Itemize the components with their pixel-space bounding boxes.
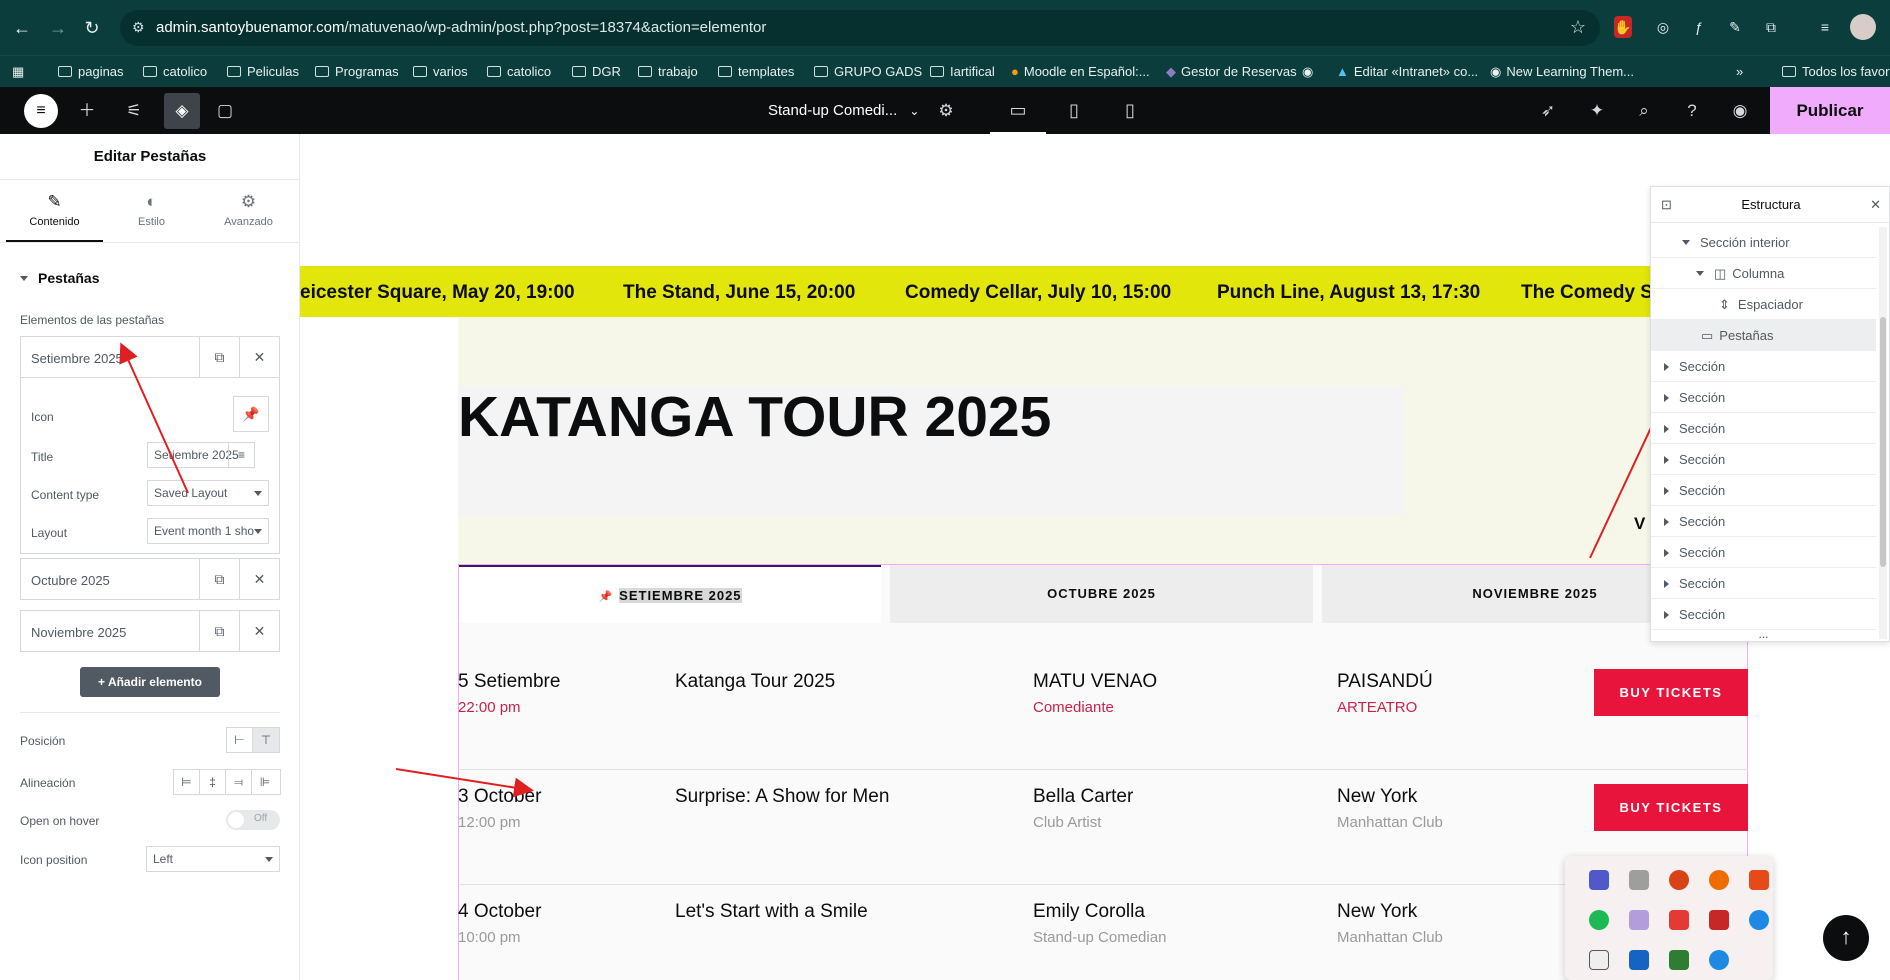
structure-item-section[interactable]: Sección — [1651, 568, 1876, 599]
structure-item-section[interactable]: Sección — [1651, 475, 1876, 506]
bluetooth-icon[interactable] — [1709, 950, 1729, 970]
structure-item-column[interactable]: ◫ Columna — [1651, 258, 1876, 289]
grammarly-icon[interactable] — [1709, 870, 1729, 890]
close-icon[interactable]: ✕ — [1870, 187, 1881, 223]
structure-item-section[interactable]: Sección — [1651, 382, 1876, 413]
arrow-to-item — [119, 342, 189, 494]
structure-scrollbar[interactable] — [1879, 227, 1887, 639]
structure-item-section[interactable]: Sección — [1651, 413, 1876, 444]
app-tray-icon[interactable] — [1709, 910, 1729, 930]
security-shield-icon[interactable] — [1629, 950, 1649, 970]
pen-tray-icon[interactable] — [1629, 910, 1649, 930]
app-tray-icon[interactable] — [1669, 910, 1689, 930]
collapse-structure-icon[interactable]: ⊡ — [1661, 187, 1672, 223]
structure-item-section[interactable]: Sección — [1651, 506, 1876, 537]
teams-icon[interactable] — [1589, 870, 1609, 890]
system-tray-popup — [1565, 856, 1773, 980]
structure-item-inner-section[interactable]: Sección interior — [1651, 227, 1876, 258]
arrow-to-events — [395, 768, 534, 798]
usb-icon[interactable] — [1589, 950, 1609, 970]
scroll-to-top-icon[interactable]: ↑ — [1823, 915, 1869, 961]
annotation-arrows — [119, 319, 1703, 798]
structure-item-section[interactable]: Sección — [1651, 444, 1876, 475]
app-tray-icon[interactable] — [1749, 870, 1769, 890]
gamepad-icon[interactable] — [1629, 870, 1649, 890]
structure-more[interactable]: ... — [1651, 627, 1876, 641]
nvidia-icon[interactable] — [1669, 950, 1689, 970]
structure-item-tabs[interactable]: ▭ Pestañas — [1651, 320, 1876, 351]
structure-panel: ⊡ Estructura ✕ Sección interior ◫ Columna… — [1650, 186, 1890, 642]
structure-header: ⊡ Estructura ✕ — [1651, 187, 1890, 223]
spotify-icon[interactable] — [1589, 910, 1609, 930]
tabs-icon: ▭ — [1701, 328, 1714, 343]
structure-item-section[interactable]: Sección — [1651, 599, 1876, 630]
structure-item-section[interactable]: Sección — [1651, 537, 1876, 568]
structure-item-section[interactable]: Sección — [1651, 351, 1876, 382]
structure-title: Estructura — [1741, 197, 1801, 212]
column-icon: ◫ — [1714, 266, 1727, 281]
spacer-icon: ⇕ — [1719, 297, 1730, 312]
structure-item-spacer[interactable]: ⇕ Espaciador — [1651, 289, 1876, 320]
scrollbar-thumb[interactable] — [1880, 317, 1886, 567]
app-tray-icon[interactable] — [1669, 870, 1689, 890]
app-tray-icon[interactable] — [1749, 910, 1769, 930]
